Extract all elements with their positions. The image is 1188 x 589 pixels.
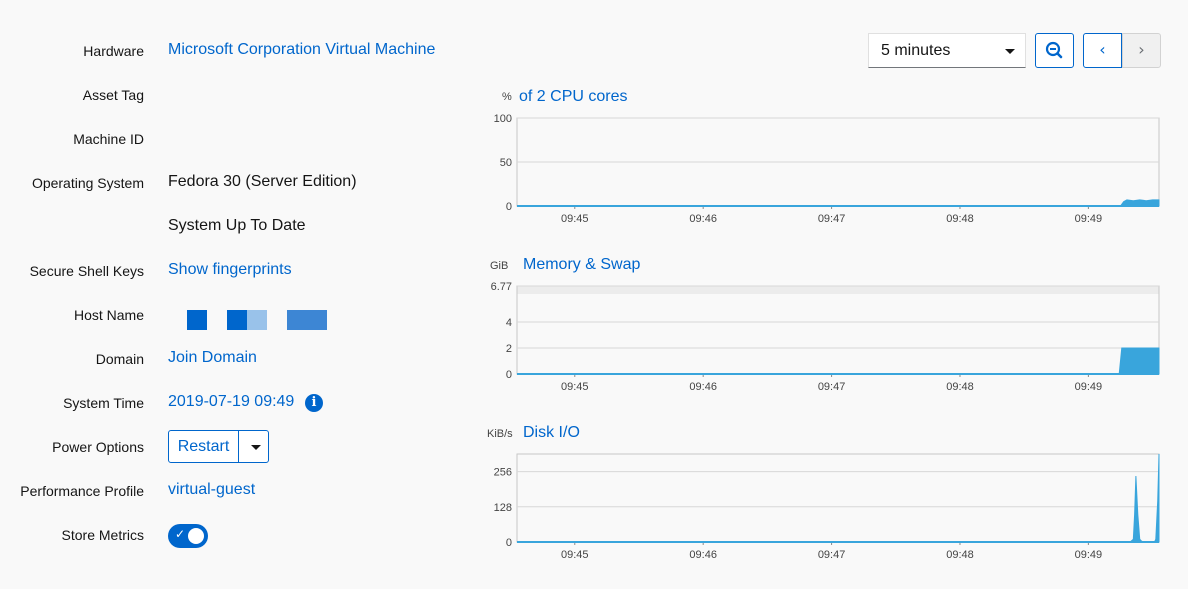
ssh-keys-label: Secure Shell Keys (29, 263, 144, 279)
x-tick-label: 09:48 (946, 549, 974, 561)
hardware-link[interactable]: Microsoft Corporation Virtual Machine (168, 41, 435, 59)
redacted-block (287, 310, 327, 330)
zoom-out-icon (1045, 41, 1063, 59)
y-tick-label: 0 (506, 537, 512, 549)
x-tick-label: 09:46 (689, 549, 717, 561)
zoom-out-button[interactable] (1035, 33, 1074, 68)
y-tick-label: 0 (506, 201, 512, 213)
update-status: System Up To Date (168, 217, 306, 234)
y-tick-label: 256 (494, 467, 512, 479)
x-tick-label: 09:49 (1075, 381, 1103, 393)
previous-range-button[interactable]: ‹ (1083, 33, 1122, 68)
host-name-label: Host Name (73, 307, 144, 323)
asset-tag-label: Asset Tag (82, 87, 144, 103)
join-domain-link[interactable]: Join Domain (168, 349, 257, 367)
series-area (517, 347, 1160, 375)
chevron-left-icon: ‹ (1099, 40, 1106, 59)
operating-system-label: Operating System (31, 175, 144, 191)
power-options-label: Power Options (52, 439, 144, 455)
chart-unit: GiB (490, 260, 509, 272)
x-tick-label: 09:48 (946, 381, 974, 393)
show-fingerprints-link[interactable]: Show fingerprints (168, 261, 292, 279)
store-metrics-toggle[interactable]: ✓ (168, 524, 208, 548)
disk-io-chart: 256 128 0 09:45 09:46 09:47 09:48 09:49 (494, 453, 1160, 561)
y-tick-label: 50 (500, 157, 512, 169)
chart-frame (516, 453, 1160, 543)
x-tick-label: 09:49 (1075, 549, 1103, 561)
x-tick-label: 09:45 (561, 381, 589, 393)
x-tick-label: 09:46 (689, 381, 717, 393)
y-tick-label: 100 (494, 113, 512, 125)
x-tick-label: 09:47 (818, 213, 846, 225)
memory-chart: 6.77 4 2 0 09:45 09:46 09:47 09:48 09:49 (491, 281, 1160, 393)
y-tick-label: 6.77 (491, 281, 512, 293)
series-area (517, 453, 1160, 543)
x-tick-label: 09:45 (561, 549, 589, 561)
time-range-select[interactable]: 5 minutes (868, 33, 1026, 68)
chart-header-band (517, 286, 1159, 294)
hardware-label: Hardware (83, 43, 144, 59)
redacted-block (187, 310, 207, 330)
next-range-button[interactable]: › (1122, 33, 1161, 68)
system-time-label: System Time (63, 395, 144, 411)
y-tick-label: 0 (506, 369, 512, 381)
restart-button[interactable]: Restart (169, 431, 239, 462)
x-tick-label: 09:47 (818, 381, 846, 393)
x-tick-label: 09:47 (818, 549, 846, 561)
store-metrics-label: Store Metrics (61, 527, 144, 543)
x-tick-label: 09:48 (946, 213, 974, 225)
x-tick-label: 09:46 (689, 213, 717, 225)
check-icon: ✓ (175, 527, 186, 541)
y-tick-label: 4 (506, 317, 512, 329)
operating-system-value: Fedora 30 (Server Edition) (168, 173, 357, 190)
disk-io-chart-title[interactable]: Disk I/O (523, 424, 580, 442)
y-tick-label: 128 (494, 502, 512, 514)
memory-chart-title[interactable]: Memory & Swap (523, 256, 640, 274)
redacted-block (227, 310, 247, 330)
x-tick-label: 09:45 (561, 213, 589, 225)
power-options-group: Restart (168, 430, 269, 463)
chart-frame (516, 285, 1160, 375)
chart-unit: KiB/s (487, 428, 513, 440)
power-dropdown-toggle[interactable] (239, 431, 268, 462)
machine-id-label: Machine ID (73, 131, 144, 147)
domain-label: Domain (95, 351, 144, 367)
info-circle-icon[interactable]: i (305, 394, 323, 412)
redacted-block (247, 310, 267, 330)
chevron-right-icon: › (1138, 40, 1145, 59)
y-tick-label: 2 (506, 343, 512, 355)
x-tick-label: 09:49 (1075, 213, 1103, 225)
toggle-knob (188, 528, 204, 544)
chart-unit: % (502, 91, 512, 103)
cpu-chart: 100 50 0 09:45 09:46 09:47 09:48 09:49 (494, 113, 1160, 225)
system-time-link[interactable]: 2019-07-19 09:49 (168, 393, 294, 411)
performance-profile-link[interactable]: virtual-guest (168, 481, 255, 499)
performance-profile-label: Performance Profile (20, 483, 144, 499)
cpu-chart-title[interactable]: of 2 CPU cores (519, 88, 627, 106)
